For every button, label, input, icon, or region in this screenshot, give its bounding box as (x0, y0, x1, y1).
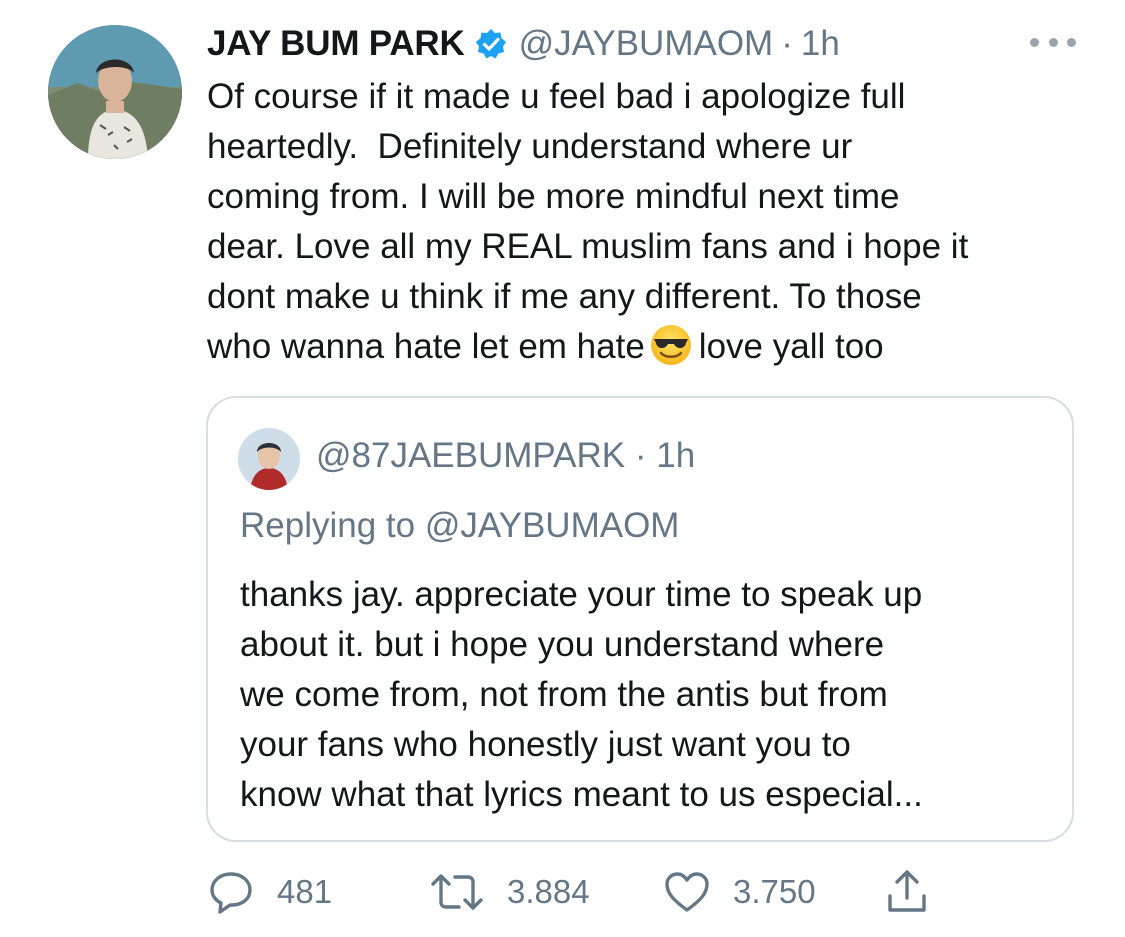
separator-dot: · (634, 436, 647, 475)
quoted-text-line: we come from, not from the antis but fro… (240, 675, 888, 714)
author-avatar[interactable] (48, 25, 182, 159)
tweet-text-segment: love yall too (698, 327, 884, 366)
replying-to-label[interactable]: Replying to @JAYBUMAOM (240, 506, 679, 546)
quoted-text-line: know what that lyrics meant to us especi… (240, 775, 923, 814)
tweet-body: Of course if it made u feel bad i apolog… (207, 72, 1097, 372)
smiling-face-with-sunglasses-icon (649, 323, 693, 367)
reply-icon (207, 868, 255, 916)
tweet-text-line: heartedly. Definitely understand where u… (207, 127, 853, 166)
tweet-text-line: dear. Love all my REAL muslim fans and i… (207, 227, 969, 266)
retweet-button[interactable]: 3.884 (429, 866, 590, 918)
tweet-timestamp[interactable]: 1h (801, 24, 840, 64)
tweet-text-segment: who wanna hate let em hate (207, 327, 645, 366)
quoted-tweet-header: @87JAEBUMPARK · 1h (316, 436, 695, 476)
more-dot-icon (1030, 37, 1039, 47)
separator-dot: · (781, 24, 793, 63)
tweet-header: JAY BUM PARK @JAYBUMAOM · 1h (207, 20, 840, 68)
like-count: 3.750 (733, 873, 816, 910)
quoted-tweet-body: thanks jay. appreciate your time to spea… (240, 570, 1060, 820)
share-icon (883, 868, 931, 916)
retweet-count: 3.884 (507, 873, 590, 910)
quoted-text-line: about it. but i hope you understand wher… (240, 625, 885, 664)
verified-badge-icon (475, 28, 507, 60)
quoted-author-avatar[interactable] (238, 428, 300, 490)
tweet-action-bar: 481 3.884 3.750 (207, 866, 947, 918)
retweet-icon (429, 868, 485, 916)
reply-count: 481 (277, 873, 333, 910)
more-options-icon[interactable] (1030, 30, 1076, 54)
tweet-text-last-line: who wanna hate let em hate love yall too (207, 322, 1097, 372)
tweet-text-line: Of course if it made u feel bad i apolog… (207, 77, 906, 116)
quoted-text-line: your fans who honestly just want you to (240, 725, 851, 764)
more-dot-icon (1048, 37, 1058, 47)
quoted-text-line: thanks jay. appreciate your time to spea… (240, 575, 923, 614)
quoted-tweet-timestamp[interactable]: 1h (656, 436, 695, 475)
share-button[interactable] (883, 866, 931, 918)
quoted-tweet-card[interactable]: @87JAEBUMPARK · 1h Replying to @JAYBUMAO… (206, 396, 1074, 842)
tweet-text-line: coming from. I will be more mindful next… (207, 177, 900, 216)
author-display-name[interactable]: JAY BUM PARK (207, 24, 465, 64)
reply-button[interactable]: 481 (207, 866, 332, 918)
like-icon (663, 868, 711, 916)
like-button[interactable]: 3.750 (663, 866, 816, 918)
author-handle[interactable]: @JAYBUMAOM (519, 24, 774, 64)
quoted-author-handle[interactable]: @87JAEBUMPARK (316, 436, 625, 475)
tweet-text-line: dont make u think if me any different. T… (207, 277, 922, 316)
more-dot-icon (1067, 37, 1076, 47)
